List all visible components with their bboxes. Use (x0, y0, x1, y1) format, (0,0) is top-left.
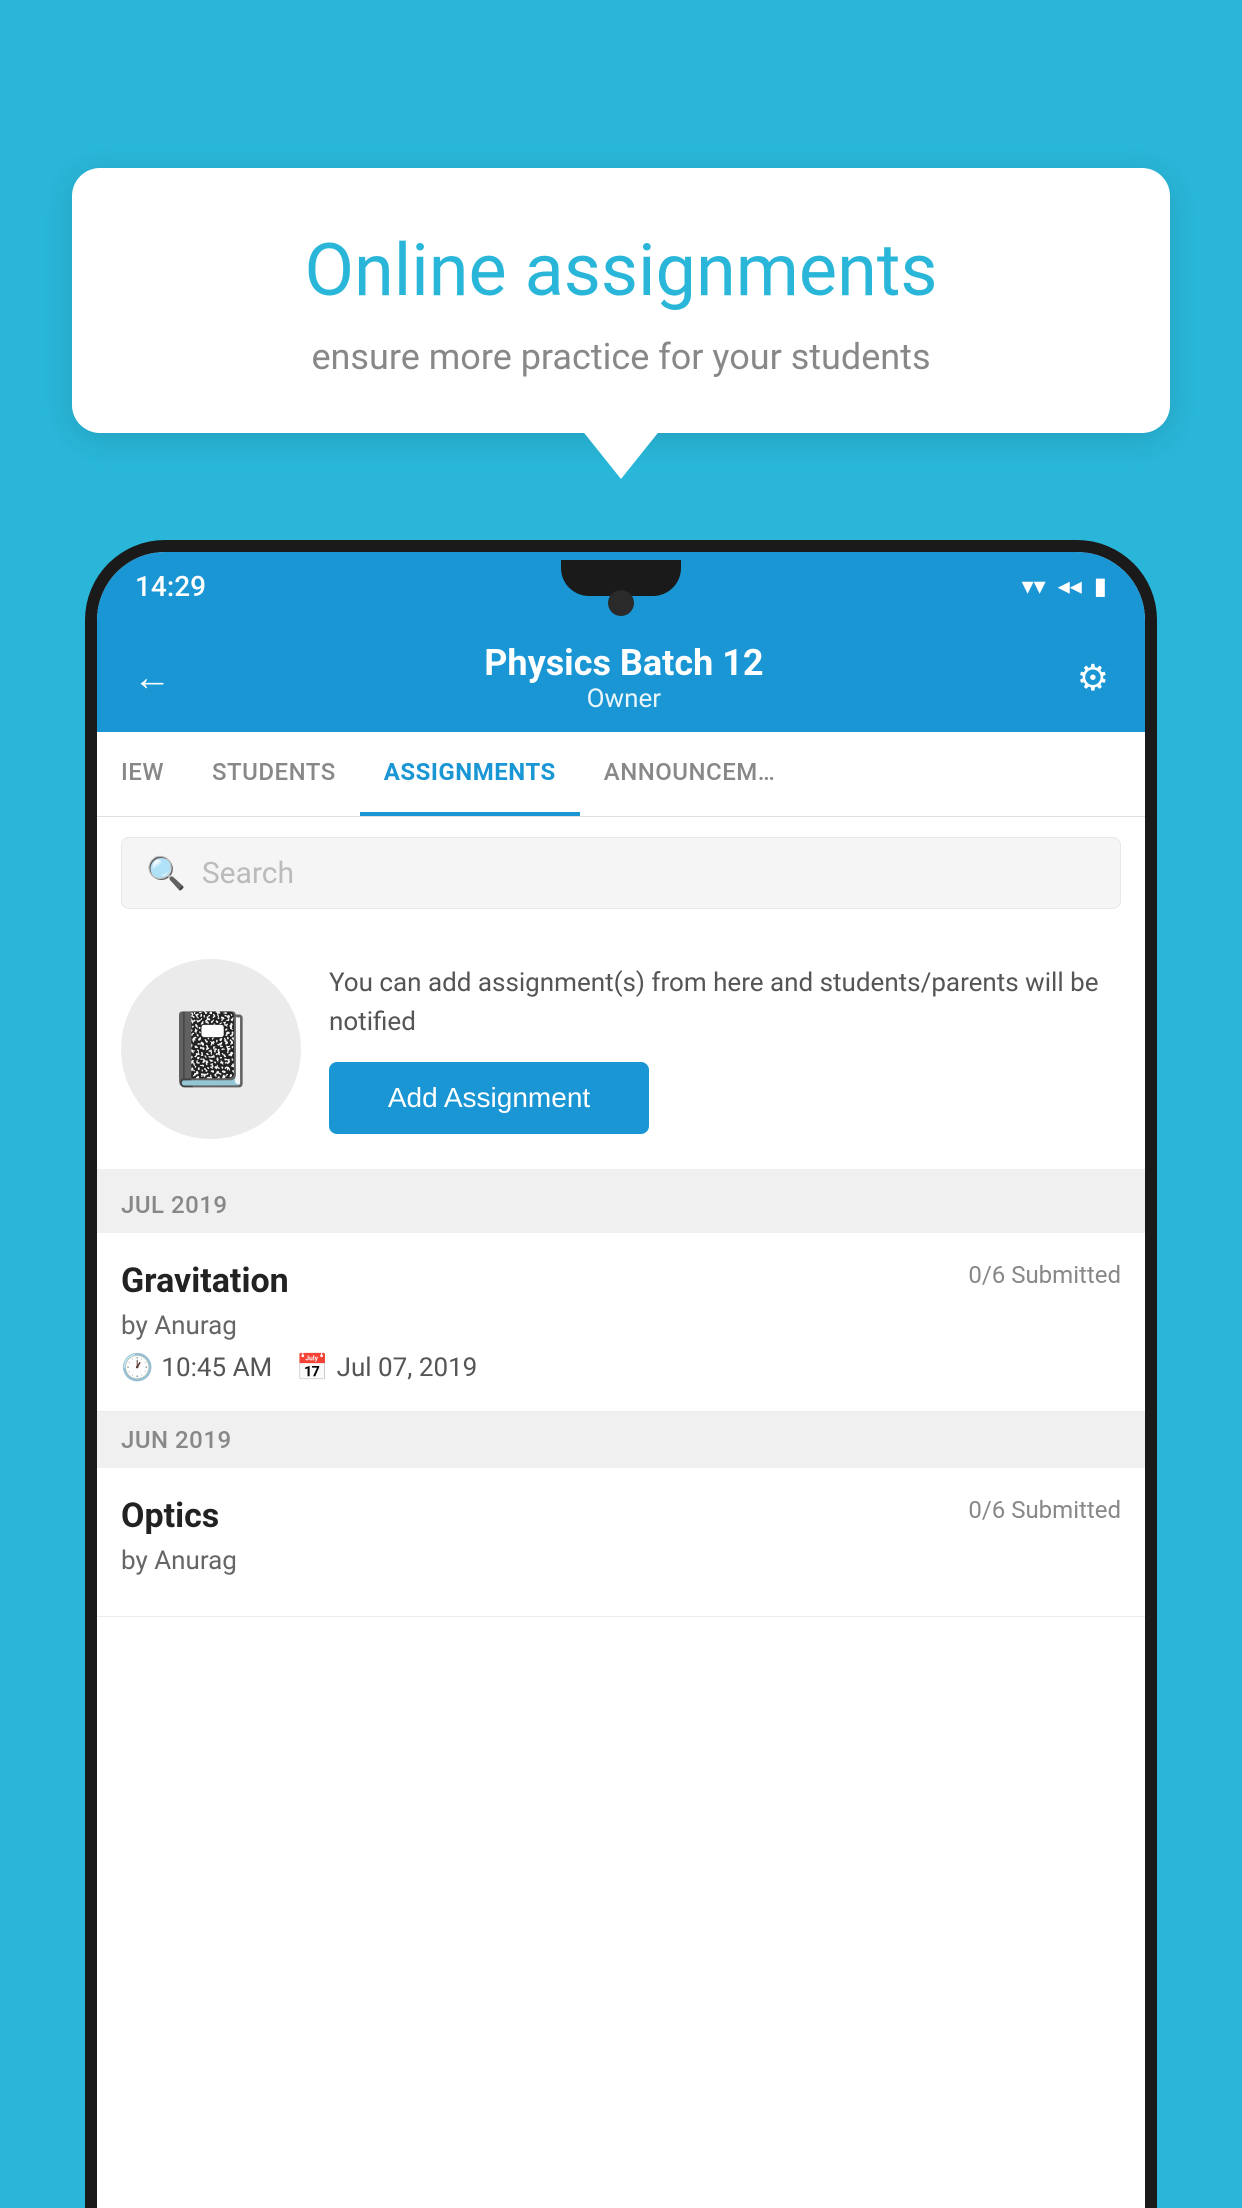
tabs-bar: IEW STUDENTS ASSIGNMENTS ANNOUNCEM… (97, 732, 1145, 817)
search-placeholder: Search (202, 856, 294, 891)
promo-icon-circle: 📓 (121, 959, 301, 1139)
add-assignment-promo: 📓 You can add assignment(s) from here an… (97, 929, 1145, 1177)
assignment-by: by Anurag (121, 1311, 1121, 1341)
assignment-by-optics: by Anurag (121, 1546, 1121, 1576)
tab-announcements[interactable]: ANNOUNCEM… (580, 732, 799, 816)
search-container: 🔍 Search (97, 817, 1145, 929)
speech-bubble-subtitle: ensure more practice for your students (142, 336, 1100, 378)
tab-assignments[interactable]: ASSIGNMENTS (360, 732, 580, 816)
assignment-item-gravitation[interactable]: Gravitation 0/6 Submitted by Anurag 🕐 10… (97, 1233, 1145, 1412)
settings-icon[interactable]: ⚙ (1077, 657, 1109, 699)
battery-icon: ▮ (1094, 572, 1107, 600)
phone-camera (608, 590, 634, 616)
phone-notch (561, 560, 681, 596)
assignment-submitted: 0/6 Submitted (968, 1261, 1121, 1289)
header-title-block: Physics Batch 12 Owner (171, 642, 1077, 714)
assignment-submitted-optics: 0/6 Submitted (968, 1496, 1121, 1524)
assignment-time: 🕐 10:45 AM (121, 1353, 272, 1383)
promo-content: You can add assignment(s) from here and … (329, 964, 1121, 1134)
calendar-icon: 📅 (296, 1353, 328, 1383)
clock-icon: 🕐 (121, 1353, 153, 1383)
phone-frame: 14:29 ▾▾ ◂◂ ▮ ← Physics Batch 12 Owner ⚙… (85, 540, 1157, 2208)
month-separator-jul: JUL 2019 (97, 1177, 1145, 1233)
search-bar[interactable]: 🔍 Search (121, 837, 1121, 909)
assignment-title: Gravitation (121, 1261, 289, 1301)
status-icons: ▾▾ ◂◂ ▮ (1022, 572, 1107, 600)
promo-text: You can add assignment(s) from here and … (329, 964, 1121, 1042)
month-separator-jun: JUN 2019 (97, 1412, 1145, 1468)
app-header: ← Physics Batch 12 Owner ⚙ (97, 620, 1145, 732)
assignment-item-optics[interactable]: Optics 0/6 Submitted by Anurag (97, 1468, 1145, 1617)
header-subtitle: Owner (171, 684, 1077, 714)
tab-iew[interactable]: IEW (97, 732, 188, 816)
assignment-date: 📅 Jul 07, 2019 (296, 1353, 477, 1383)
header-title: Physics Batch 12 (171, 642, 1077, 684)
assignment-meta: 🕐 10:45 AM 📅 Jul 07, 2019 (121, 1353, 1121, 1383)
assignment-header-optics: Optics 0/6 Submitted (121, 1496, 1121, 1536)
assignment-header: Gravitation 0/6 Submitted (121, 1261, 1121, 1301)
back-button[interactable]: ← (133, 656, 171, 700)
notebook-icon: 📓 (166, 1007, 256, 1092)
signal-icon: ◂◂ (1058, 572, 1082, 600)
phone-screen: 14:29 ▾▾ ◂◂ ▮ ← Physics Batch 12 Owner ⚙… (97, 552, 1145, 2208)
search-icon: 🔍 (146, 854, 186, 892)
add-assignment-button[interactable]: Add Assignment (329, 1062, 649, 1134)
speech-bubble: Online assignments ensure more practice … (72, 168, 1170, 433)
speech-bubble-title: Online assignments (142, 228, 1100, 314)
tab-students[interactable]: STUDENTS (188, 732, 360, 816)
assignment-title-optics: Optics (121, 1496, 219, 1536)
status-time: 14:29 (135, 570, 206, 603)
wifi-icon: ▾▾ (1022, 572, 1046, 600)
